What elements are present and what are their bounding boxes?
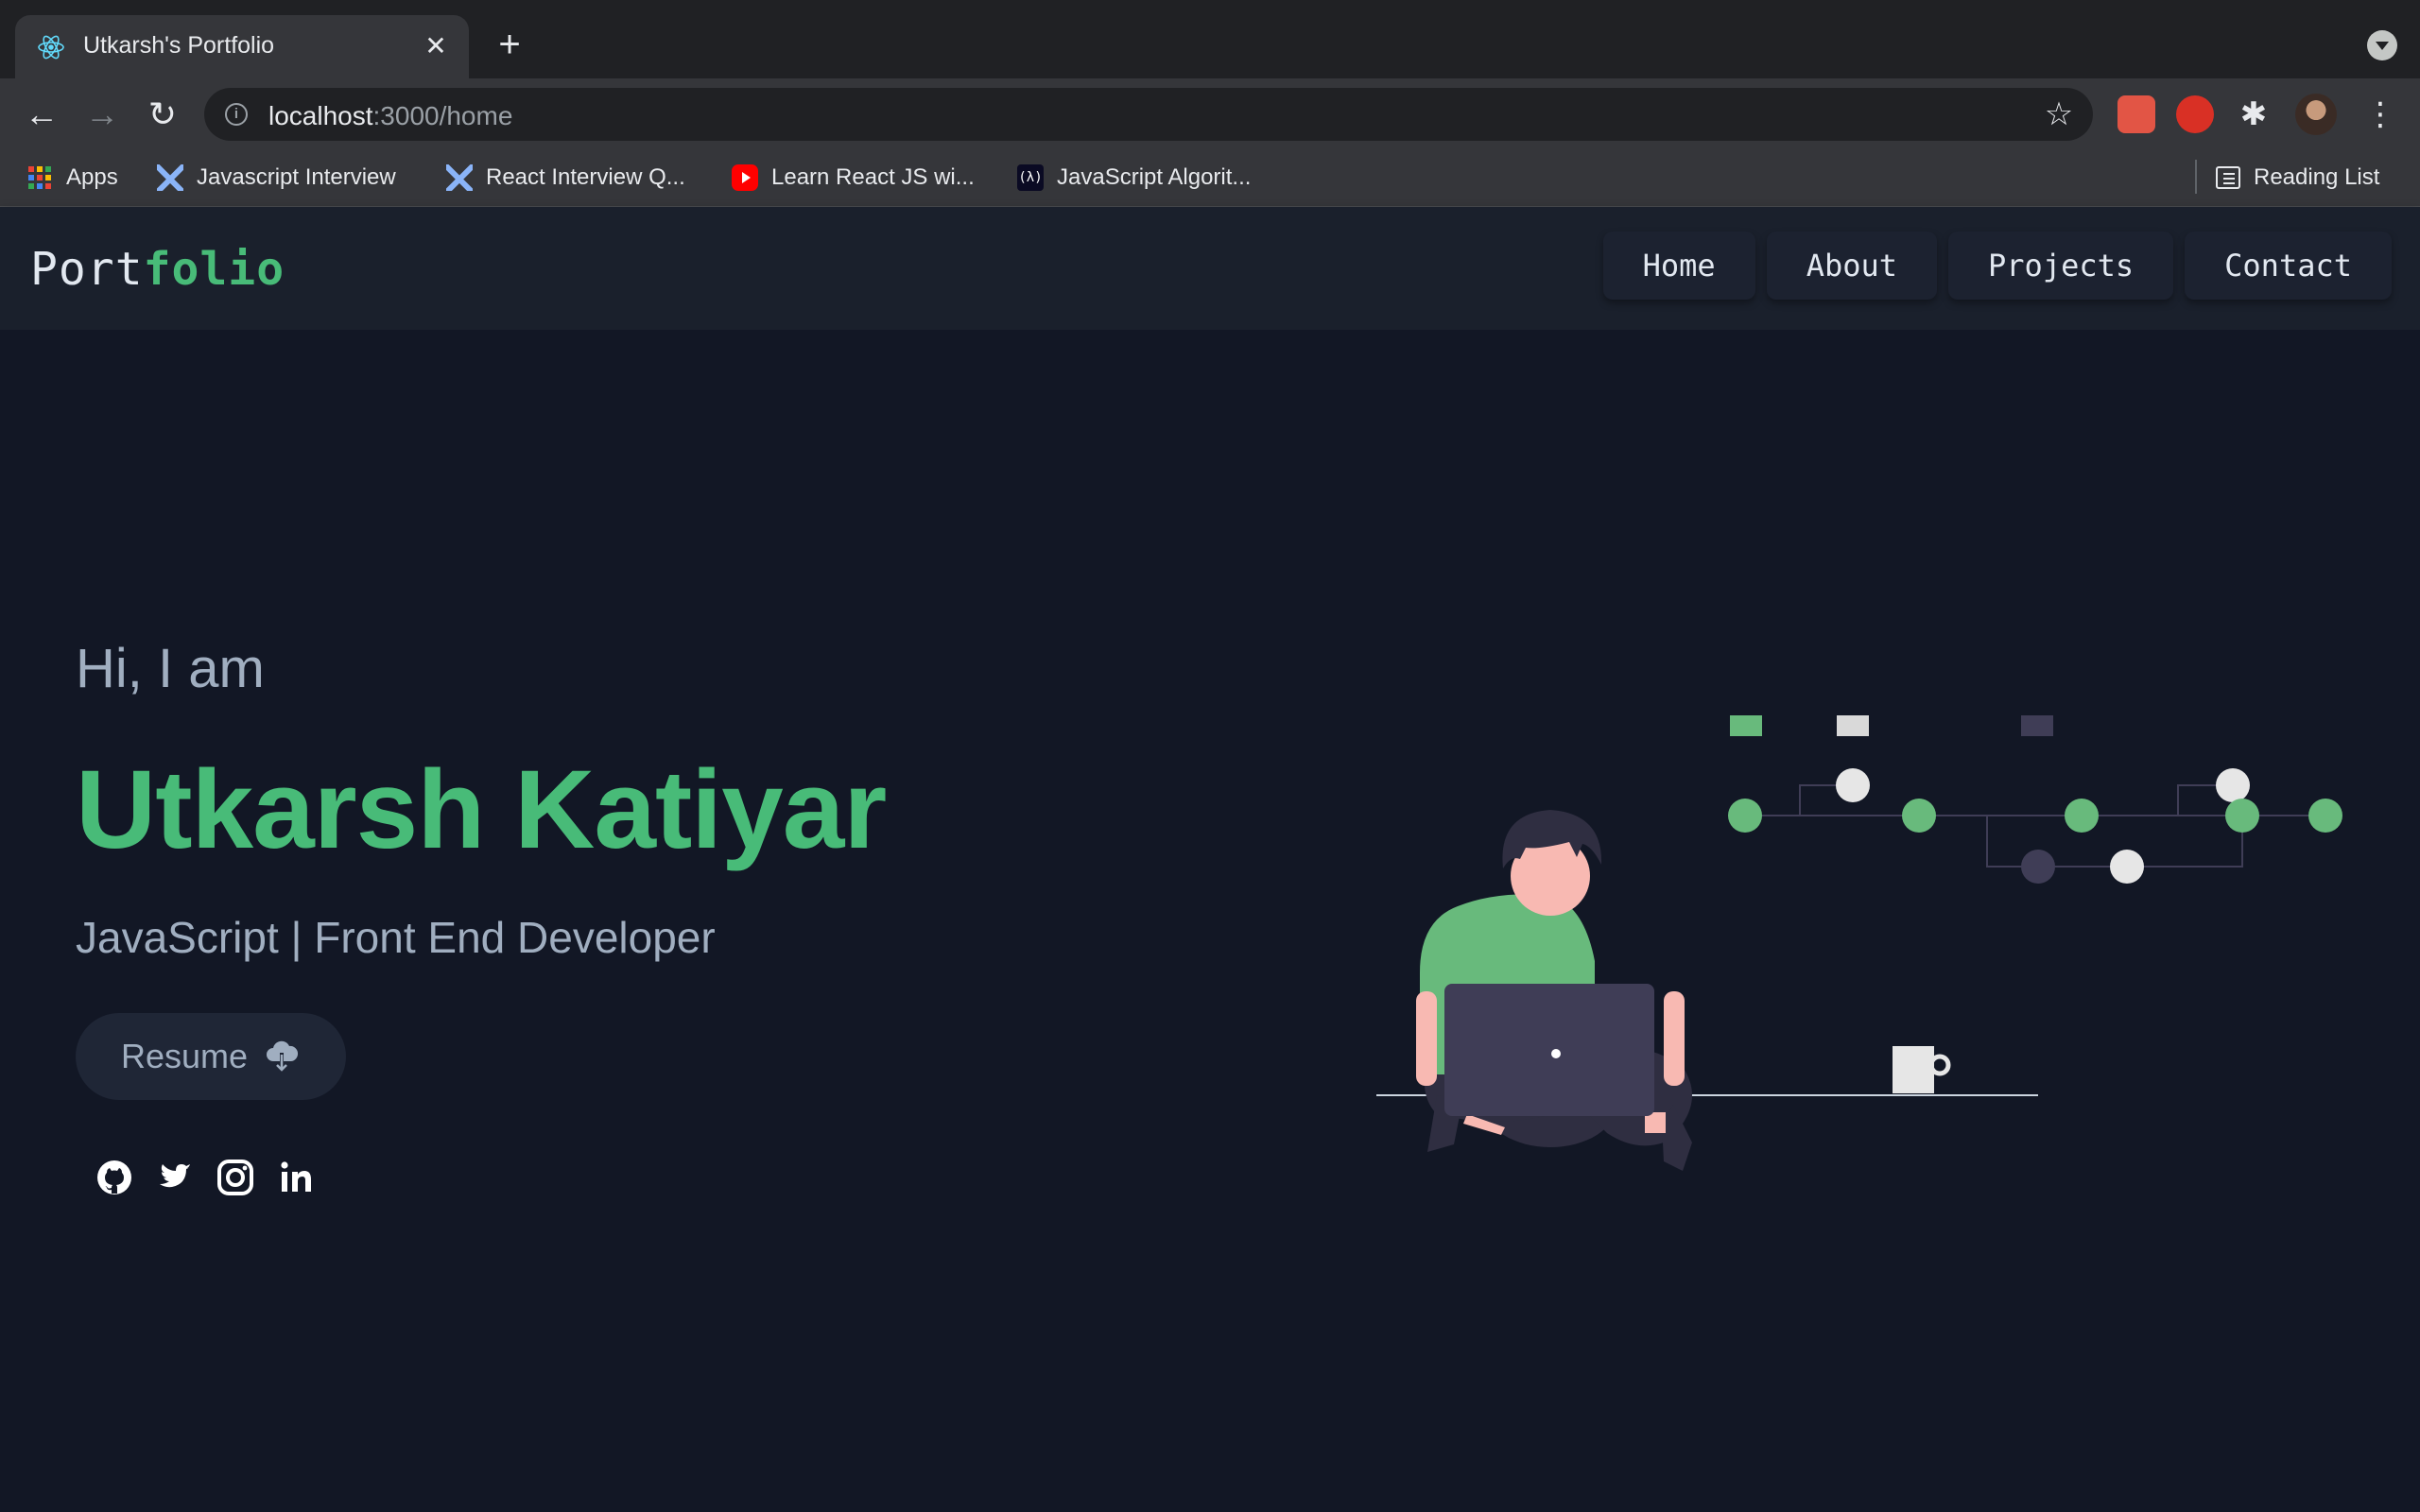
bookmark-javascript-interview[interactable]: Javascript Interview: [157, 162, 396, 194]
url-host: localhost: [268, 101, 373, 130]
extension-1-icon[interactable]: [2118, 95, 2155, 133]
browser-tab-active[interactable]: Utkarsh's Portfolio ✕: [15, 15, 469, 79]
developer-illustration: [1376, 715, 2342, 1171]
browser-menu-icon[interactable]: ⋮: [2360, 94, 2401, 135]
bookmark-learn-react[interactable]: Learn React JS wi...: [732, 162, 975, 194]
apps-grid-icon: [26, 164, 53, 191]
bookmark-apps[interactable]: Apps: [26, 162, 118, 194]
nav-contact-link[interactable]: Contact: [2185, 232, 2392, 300]
reload-icon[interactable]: ↻: [142, 94, 183, 135]
nav-projects-link[interactable]: Projects: [1948, 232, 2174, 300]
browser-tabstrip: Utkarsh's Portfolio ✕ +: [0, 0, 2420, 79]
social-links: [95, 1158, 316, 1197]
resume-label: Resume: [120, 1037, 249, 1075]
logo-accent: folio: [143, 243, 285, 296]
bookmarks-bar: Apps Javascript Interview React Intervie…: [0, 148, 2420, 207]
bookmarks-separator: [2195, 160, 2197, 194]
hero-section: Hi, I am Utkarsh Katiyar JavaScript | Fr…: [0, 330, 2420, 1512]
linkedin-icon[interactable]: [276, 1158, 316, 1197]
react-icon: [38, 35, 64, 60]
person-figure: [1416, 810, 1692, 1171]
bookmark-star-icon[interactable]: ☆: [2042, 97, 2076, 131]
bookmark-label: Apps: [66, 164, 118, 190]
reading-list-label: Reading List: [2254, 164, 2380, 190]
close-tab-icon[interactable]: ✕: [420, 30, 452, 62]
resume-button[interactable]: Resume: [76, 1013, 346, 1100]
hero-name: Utkarsh Katiyar: [76, 747, 887, 872]
bookmark-javascript-algorithms[interactable]: (λ) JavaScript Algorit...: [1017, 162, 1251, 194]
url-path: :3000/home: [372, 101, 513, 130]
instagram-icon[interactable]: [216, 1158, 255, 1197]
bookmark-react-interview[interactable]: React Interview Q...: [446, 162, 685, 194]
browser-toolbar: ← → ↻ i localhost:3000/home ☆ ✱ ⋮: [0, 78, 2420, 148]
reading-list-icon: [2216, 166, 2240, 189]
github-icon[interactable]: [95, 1158, 134, 1197]
twitter-icon[interactable]: [155, 1158, 195, 1197]
cloud-download-icon: [267, 1040, 299, 1073]
extensions-puzzle-icon[interactable]: ✱: [2235, 95, 2273, 133]
nav-about-link[interactable]: About: [1766, 232, 1938, 300]
mountain-icon: [446, 164, 473, 191]
bookmark-label: JavaScript Algorit...: [1057, 164, 1252, 190]
url-text[interactable]: localhost:3000/home: [268, 101, 512, 131]
network-graph: [1728, 715, 2342, 884]
mountain-icon: [157, 164, 183, 191]
tab-title: Utkarsh's Portfolio: [83, 32, 275, 59]
logo-main: Port: [30, 243, 144, 296]
freecodecamp-icon: (λ): [1017, 164, 1044, 191]
bookmark-label: React Interview Q...: [486, 164, 685, 190]
extension-2-icon[interactable]: [2176, 95, 2214, 133]
reading-list-button[interactable]: Reading List: [2216, 162, 2379, 194]
site-info-icon[interactable]: i: [225, 103, 248, 126]
coffee-mug: [1893, 1046, 1951, 1093]
site-navbar: Portfolio Home About Projects Contact: [0, 207, 2420, 330]
bookmark-label: Learn React JS wi...: [771, 164, 975, 190]
forward-arrow-icon[interactable]: →: [81, 94, 123, 135]
nav-home-link[interactable]: Home: [1602, 232, 1755, 300]
nav-links: Home About Projects Contact: [1602, 232, 2392, 300]
hero-role: JavaScript | Front End Developer: [76, 913, 716, 962]
new-tab-icon[interactable]: +: [490, 25, 529, 64]
hero-greeting: Hi, I am: [76, 638, 265, 699]
youtube-icon: [732, 164, 758, 191]
profile-avatar[interactable]: [2295, 94, 2337, 135]
tab-search-icon[interactable]: [2367, 30, 2397, 60]
bookmark-label: Javascript Interview: [197, 164, 396, 190]
address-bar[interactable]: i localhost:3000/home ☆: [204, 88, 2093, 141]
site-logo[interactable]: Portfolio: [30, 243, 285, 296]
back-arrow-icon[interactable]: ←: [21, 94, 62, 135]
